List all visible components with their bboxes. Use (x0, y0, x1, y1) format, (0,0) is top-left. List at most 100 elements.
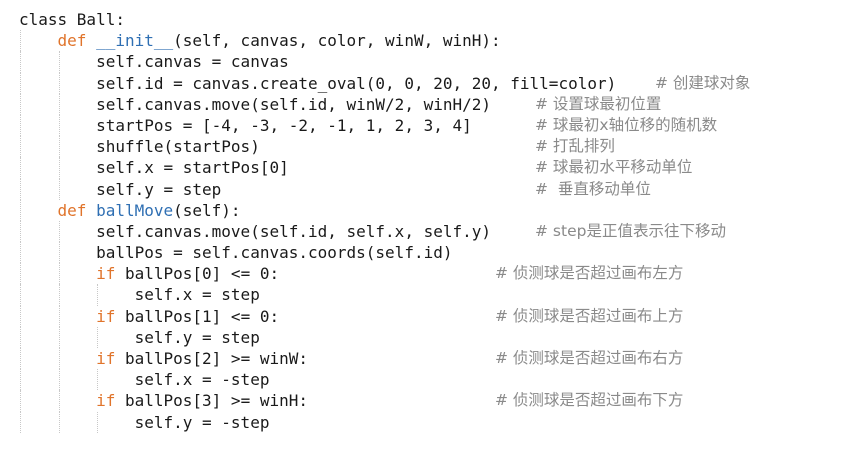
indent-guide (20, 390, 22, 412)
indent-guide (58, 326, 61, 348)
code-editor[interactable]: class Ball: def __init__(self, canvas, c… (0, 0, 864, 449)
indent-guide (20, 72, 22, 94)
code-comment: # 创建球对象 (655, 73, 751, 92)
indent-guide (97, 369, 99, 391)
code-line: self.id = canvas.create_oval(0, 0, 20, 2… (19, 72, 750, 94)
code-comment: # step是正值表示往下移动 (535, 221, 726, 240)
indent-guide (58, 390, 61, 412)
code-comment: # 侦测球是否超过画布右方 (495, 349, 684, 367)
code-line: shuffle(startPos) # 打乱排列 (19, 136, 616, 158)
indent-guide (58, 348, 61, 370)
code-token: shuffle(startPos) (96, 137, 260, 157)
indent-guide (58, 157, 61, 179)
indent-guide (58, 220, 61, 243)
code-token: self.x = step (134, 285, 260, 305)
code-line: if ballPos[1] <= 0: # 侦测球是否超过画布上方 (19, 305, 683, 327)
keyword-token: if (96, 391, 125, 411)
indent-guide (58, 411, 61, 433)
indent-guide (58, 305, 61, 327)
code-line: self.x = step (19, 284, 616, 306)
code-token: self.y = -step (134, 412, 270, 432)
code-line: self.x = startPos[0] # 球最初水平移动单位 (19, 157, 692, 179)
indent-guide (58, 136, 61, 158)
code-line: self.y = step # 垂直移动单位 (19, 178, 651, 200)
code-line: if ballPos[0] <= 0: # 侦测球是否超过画布左方 (19, 263, 683, 285)
code-token: self.y = step (96, 179, 222, 199)
code-token: ballPos[0] <= 0: (124, 264, 280, 284)
indent-guide (58, 178, 61, 200)
code-token: self.canvas.move(self.id, winW/2, winH/2… (96, 94, 492, 114)
indent-guide (20, 51, 22, 73)
code-token: ballPos[3] >= winH: (124, 391, 308, 411)
indent-guide (20, 411, 22, 433)
code-comment: # 侦测球是否超过画布上方 (495, 306, 684, 325)
indent-guide (20, 136, 22, 158)
code-line: if ballPos[3] >= winH: # 侦测球是否超过画布下方 (19, 390, 683, 412)
indent-guide (20, 263, 22, 285)
indent-guide (20, 178, 22, 200)
code-token: self.canvas = canvas (96, 52, 289, 72)
code-comment: # 侦测球是否超过画布下方 (495, 391, 684, 410)
indent-guide (20, 199, 22, 221)
code-line: def ballMove(self): (19, 199, 616, 221)
function-name-token: ballMove (96, 200, 174, 220)
keyword-token: if (96, 264, 125, 284)
code-line: self.canvas = canvas (19, 51, 616, 73)
indent-guide (20, 242, 22, 264)
code-line: self.x = -step (19, 369, 616, 391)
indent-guide (58, 72, 61, 94)
code-token: ballPos[1] <= 0: (124, 306, 280, 326)
indent-guide (20, 369, 22, 391)
indent-guide (97, 284, 99, 306)
indent-guide (20, 157, 22, 179)
code-comment: # 侦测球是否超过画布左方 (495, 264, 684, 283)
function-name-token: __init__ (96, 31, 174, 51)
code-line: startPos = [-4, -3, -2, -1, 1, 2, 3, 4] #… (19, 114, 717, 137)
code-block: class Ball: def __init__(self, canvas, c… (19, 9, 750, 433)
indent-guide (58, 114, 61, 137)
code-comment: # 设置球最初位置 (535, 94, 662, 113)
code-line: ballPos = self.canvas.coords(self.id) (19, 242, 616, 264)
indent-guide (20, 326, 22, 348)
code-line: self.y = step (19, 326, 616, 348)
indent-guide (20, 284, 22, 306)
code-token: (self, canvas, color, winW, winH): (173, 31, 501, 51)
code-token: class Ball: (19, 10, 125, 29)
code-comment: # 打乱排列 (535, 137, 615, 156)
indent-guide (58, 93, 61, 115)
keyword-token: def (57, 31, 97, 51)
indent-guide (58, 284, 61, 306)
keyword-token: def (57, 200, 97, 220)
code-comment: # 球最初水平移动单位 (535, 158, 693, 177)
code-token: ballPos = self.canvas.coords(self.id) (96, 243, 453, 263)
code-token: (self): (173, 200, 241, 220)
code-token: self.x = -step (134, 370, 270, 390)
code-token: self.canvas.move(self.id, self.x, self.y… (96, 221, 492, 241)
indent-guide (58, 369, 61, 391)
code-token: self.id = canvas.create_oval(0, 0, 20, 2… (96, 73, 617, 93)
code-comment: # 垂直移动单位 (535, 179, 651, 198)
indent-guide (20, 305, 22, 327)
code-line: self.canvas.move(self.id, winW/2, winH/2… (19, 93, 661, 115)
code-token: self.x = startPos[0] (96, 158, 289, 178)
keyword-token: if (96, 306, 125, 326)
indent-guide (97, 326, 99, 348)
indent-guide (58, 51, 61, 73)
indent-guide (20, 348, 22, 370)
code-line: self.canvas.move(self.id, self.x, self.y… (19, 220, 726, 243)
indent-guide (58, 263, 61, 285)
code-line: class Ball: (19, 9, 616, 30)
code-comment: # 球最初x轴位移的随机数 (535, 115, 718, 134)
indent-guide (20, 220, 22, 243)
code-line: def __init__(self, canvas, color, winW, … (19, 30, 616, 52)
indent-guide (20, 30, 22, 52)
indent-guide (20, 114, 22, 137)
indent-guide (97, 411, 99, 433)
code-token: ballPos[2] >= winW: (124, 349, 308, 368)
